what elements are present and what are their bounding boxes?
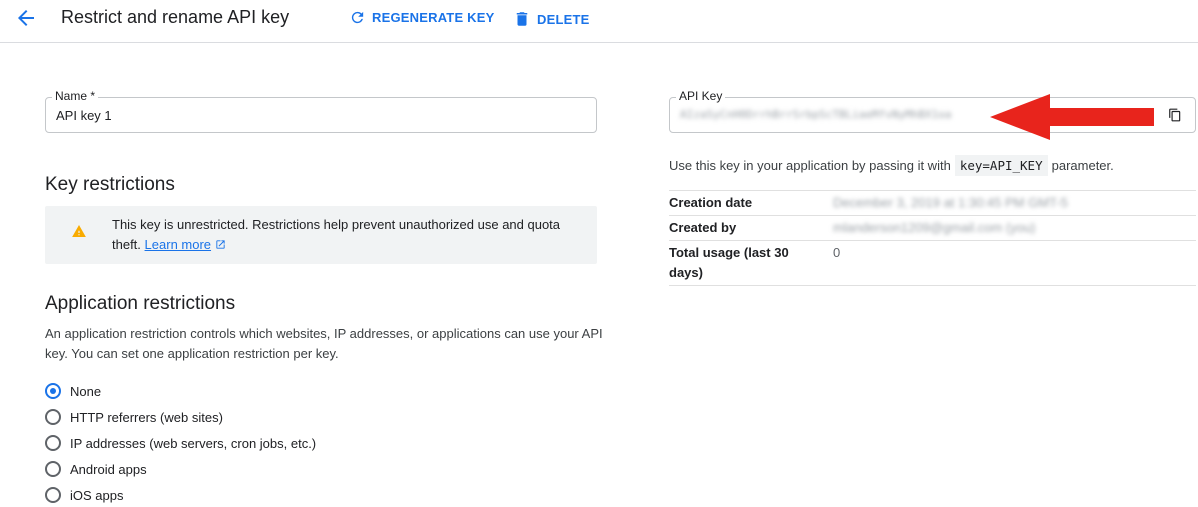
open-in-new-icon <box>216 240 225 249</box>
info-key: Total usage (last 30 days) <box>669 245 789 280</box>
red-arrow-annotation-icon <box>990 94 1154 140</box>
api-key-value[interactable]: AIzaSyCnH0DrrhBrrSrbpScTBLiaeMfvNyMhBX1o… <box>680 108 952 121</box>
application-restrictions-heading: Application restrictions <box>45 293 236 314</box>
copy-button[interactable] <box>1165 105 1185 125</box>
info-key: Created by <box>669 220 737 235</box>
warning-text: This key is unrestricted. Restrictions h… <box>112 215 572 255</box>
regenerate-key-button[interactable]: REGENERATE KEY <box>349 9 494 26</box>
radio-button[interactable] <box>45 461 61 477</box>
radio-option-ios-apps[interactable]: iOS apps <box>45 487 123 503</box>
unrestricted-warning: This key is unrestricted. Restrictions h… <box>45 206 597 264</box>
refresh-icon <box>351 11 364 24</box>
page-title: Restrict and rename API key <box>61 7 290 27</box>
info-value: 0 <box>833 245 841 260</box>
info-value: mlanderson1209@gmail.com (you) <box>833 220 1036 235</box>
radio-label: HTTP referrers (web sites) <box>70 409 223 425</box>
name-field-label: Name * <box>52 89 99 103</box>
application-restrictions-description: An application restriction controls whic… <box>45 326 603 361</box>
radio-option-http-referrers[interactable]: HTTP referrers (web sites) <box>45 409 223 425</box>
usage-hint-suffix: parameter. <box>1051 158 1114 173</box>
info-value: December 3, 2019 at 1:30:45 PM GMT-5 <box>833 195 1068 210</box>
info-key: Creation date <box>669 195 753 210</box>
radio-option-android-apps[interactable]: Android apps <box>45 461 147 477</box>
info-row-creation-date: Creation date December 3, 2019 at 1:30:4… <box>669 191 1196 216</box>
info-row-total-usage: Total usage (last 30 days) 0 <box>669 241 1196 286</box>
info-row-created-by: Created by mlanderson1209@gmail.com (you… <box>669 216 1196 241</box>
key-info-table: Creation date December 3, 2019 at 1:30:4… <box>669 190 1196 286</box>
radio-label: None <box>70 383 102 399</box>
back-button[interactable] <box>14 7 38 29</box>
delete-button[interactable]: DELETE <box>513 9 589 29</box>
radio-label: IP addresses (web servers, cron jobs, et… <box>70 435 317 451</box>
regenerate-key-label: REGENERATE KEY <box>372 10 495 25</box>
radio-button[interactable] <box>45 435 61 451</box>
arrow-back-icon <box>18 10 34 26</box>
name-field-value[interactable]: API key 1 <box>56 108 112 123</box>
radio-button[interactable] <box>45 487 61 503</box>
api-key-label: API Key <box>676 89 726 103</box>
radio-label: iOS apps <box>70 487 124 503</box>
usage-hint-code: key=API_KEY <box>954 155 1048 176</box>
key-restrictions-heading: Key restrictions <box>45 174 175 195</box>
top-bar: Restrict and rename API key REGENERATE K… <box>0 0 1198 43</box>
radio-option-ip-addresses[interactable]: IP addresses (web servers, cron jobs, et… <box>45 435 316 451</box>
warning-icon <box>72 225 86 237</box>
delete-label: DELETE <box>537 11 590 27</box>
trash-icon <box>516 12 528 26</box>
learn-more-link[interactable]: Learn more <box>145 237 211 252</box>
radio-option-none[interactable]: None <box>45 383 101 399</box>
radio-button[interactable] <box>45 383 61 399</box>
radio-button[interactable] <box>45 409 61 425</box>
copy-icon <box>1169 108 1181 122</box>
radio-label: Android apps <box>70 461 147 477</box>
usage-hint-prefix: Use this key in your application by pass… <box>669 158 951 173</box>
name-field[interactable]: Name * API key 1 <box>45 89 597 133</box>
api-key-usage-hint: Use this key in your application by pass… <box>669 155 1114 176</box>
